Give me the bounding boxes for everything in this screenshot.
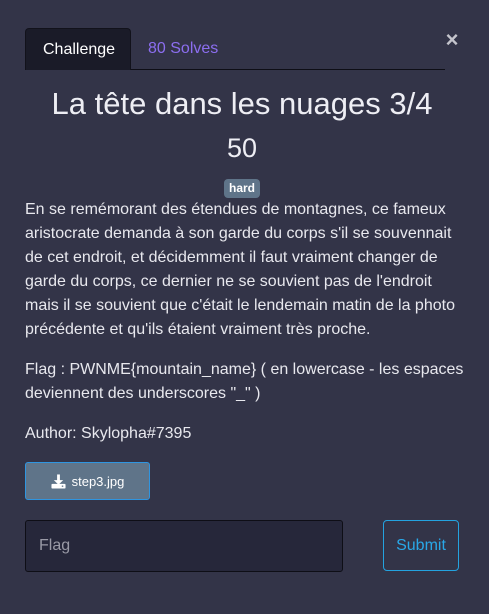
challenge-author: Author: Skylopha#7395	[25, 425, 192, 442]
difficulty-badge: hard	[223, 179, 260, 198]
flag-format-text: Flag : PWNME{mountain_name} ( en lowerca…	[25, 361, 464, 402]
challenge-points: 50	[226, 133, 258, 163]
challenge-tabs: Challenge 80 Solves	[25, 28, 445, 70]
file-name: step3.jpg	[71, 473, 125, 489]
download-icon	[51, 473, 66, 489]
submit-button[interactable]: Submit	[383, 520, 459, 571]
close-icon[interactable]: ×	[441, 26, 463, 54]
download-file-button[interactable]: step3.jpg	[25, 462, 150, 500]
tab-challenge[interactable]: Challenge	[25, 28, 131, 70]
challenge-title: La tête dans les nuages 3/4	[51, 86, 433, 121]
flag-input[interactable]	[25, 520, 343, 572]
challenge-description: En se remémorant des étendues de montagn…	[25, 201, 455, 338]
challenge-modal: Challenge 80 Solves × La tête dans les n…	[0, 0, 489, 614]
difficulty-badge-wrap: hard	[0, 179, 484, 198]
tab-solves[interactable]: 80 Solves	[131, 28, 235, 70]
